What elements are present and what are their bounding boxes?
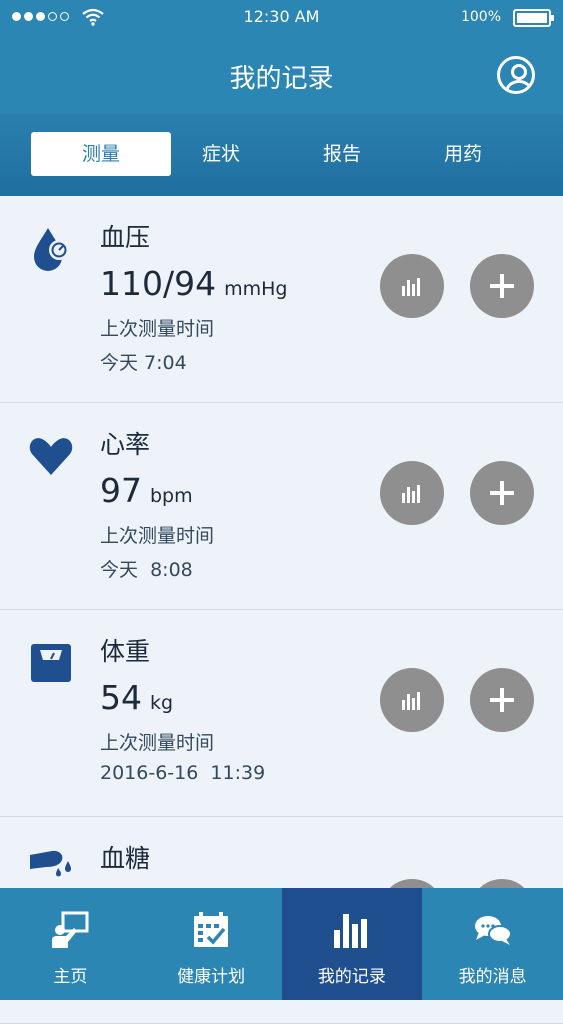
last-measured-time: 2016-6-16 11:39 — [100, 762, 266, 784]
history-chart-button[interactable] — [380, 254, 444, 318]
bar-chart-icon — [402, 483, 422, 503]
home-board-icon — [52, 911, 89, 948]
nav-my-records[interactable]: 我的记录 — [281, 888, 423, 1000]
history-chart-button[interactable] — [380, 668, 444, 732]
last-measured-label: 上次测量时间 — [100, 732, 215, 754]
record-heart-rate[interactable]: 心率 97 bpm 上次测量时间 今天 8:08 — [0, 403, 563, 610]
page-title: 我的记录 — [229, 64, 334, 94]
tab-bar: 测量 症状 报告 用药 — [0, 114, 563, 196]
record-weight[interactable]: 体重 54 kg 上次测量时间 2016-6-16 11:39 — [0, 610, 563, 817]
nav-label: 主页 — [53, 967, 88, 987]
last-measured-time: 今天 7:04 — [100, 352, 187, 374]
finger-drop-icon — [30, 850, 71, 877]
nav-label: 我的消息 — [458, 967, 527, 987]
record-unit: bpm — [150, 485, 193, 507]
bottom-nav: 主页 健康计划 我的记录 我的消息 — [0, 888, 563, 1000]
heart-icon — [29, 438, 73, 475]
profile-icon[interactable] — [497, 56, 535, 94]
record-name: 体重 — [100, 637, 151, 666]
nav-home[interactable]: 主页 — [0, 888, 141, 1000]
history-chart-button[interactable] — [380, 461, 444, 525]
chat-bubbles-icon — [474, 916, 512, 945]
record-value: 110/94 — [100, 264, 217, 303]
status-bar: 12:30 AM 100% — [0, 0, 563, 36]
add-record-button[interactable] — [470, 254, 534, 318]
battery-icon — [513, 9, 554, 27]
record-value: 54 — [100, 678, 142, 717]
record-unit: kg — [150, 692, 174, 714]
battery-percentage: 100% — [460, 9, 501, 25]
tab-measure[interactable]: 测量 — [31, 132, 171, 176]
blood-drop-gauge-icon — [34, 228, 69, 271]
add-record-button[interactable] — [470, 461, 534, 525]
record-unit: mmHg — [224, 278, 288, 300]
bar-chart-icon — [402, 690, 422, 710]
record-blood-pressure[interactable]: 血压 110/94 mmHg 上次测量时间 今天 7:04 — [0, 196, 563, 403]
nav-health-plan[interactable]: 健康计划 — [141, 888, 282, 1000]
last-measured-label: 上次测量时间 — [100, 318, 215, 340]
bar-chart-icon — [402, 276, 422, 296]
nav-label: 我的记录 — [317, 967, 386, 987]
tab-reports[interactable]: 报告 — [272, 132, 412, 176]
add-record-button[interactable] — [470, 668, 534, 732]
record-value-row: 110/94 mmHg — [100, 264, 287, 303]
nav-label: 健康计划 — [177, 967, 246, 987]
calendar-check-icon — [194, 912, 229, 947]
tab-symptoms[interactable]: 症状 — [151, 132, 291, 176]
record-value-row: 97 bpm — [100, 471, 193, 510]
record-name: 心率 — [100, 430, 151, 459]
nav-my-messages[interactable]: 我的消息 — [422, 888, 563, 1000]
record-value: 97 — [100, 471, 142, 510]
last-measured-label: 上次测量时间 — [100, 525, 215, 547]
scale-icon — [31, 644, 71, 682]
last-measured-time: 今天 8:08 — [100, 559, 193, 581]
record-value-row: 54 kg — [100, 678, 173, 717]
bar-chart-icon — [333, 914, 367, 948]
app-header: 我的记录 — [0, 36, 563, 114]
tab-medication[interactable]: 用药 — [393, 132, 533, 176]
record-name: 血糖 — [100, 844, 151, 873]
record-name: 血压 — [100, 223, 151, 252]
